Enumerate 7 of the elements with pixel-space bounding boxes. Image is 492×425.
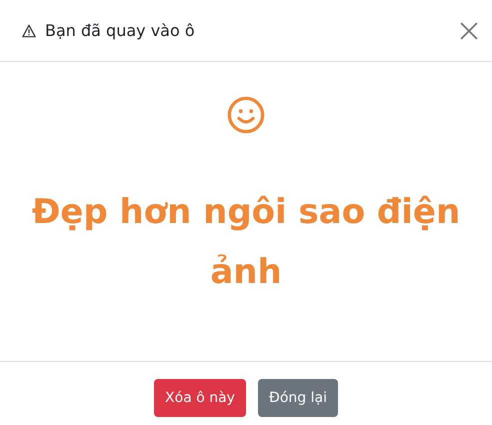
dialog-title: Bạn đã quay vào ô <box>45 21 196 40</box>
smiley-icon <box>227 96 265 134</box>
dialog-button[interactable]: Đóng lại <box>258 379 338 417</box>
result-message: Đẹp hơn ngôi sao điện ảnh <box>30 191 462 294</box>
warning-icon <box>22 24 36 38</box>
dialog-button[interactable]: Xóa ô này <box>154 379 246 417</box>
close-button[interactable] <box>460 22 478 40</box>
